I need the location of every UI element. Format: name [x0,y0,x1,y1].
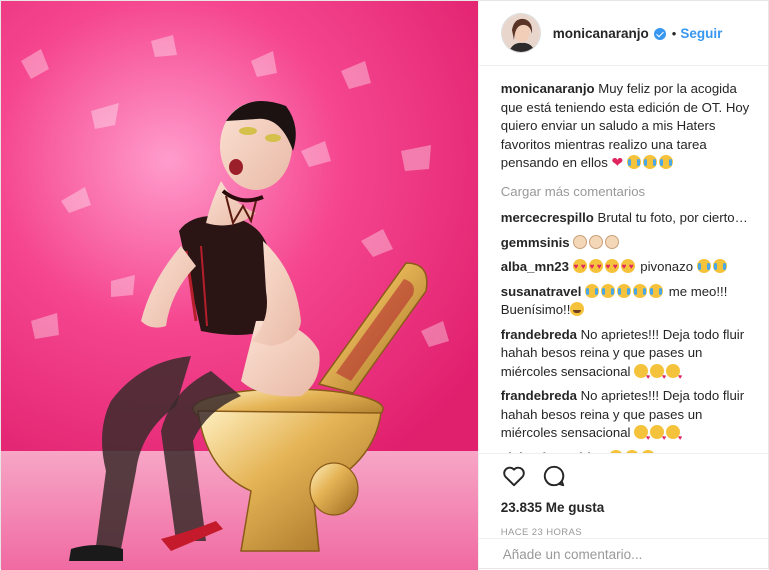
comment-item: frandebreda No aprietes!!! Deja todo flu… [501,326,752,388]
clapping-hands-emoji-icon [605,234,620,249]
comment-username[interactable]: mercecrespillo [501,210,594,225]
avatar-image [501,14,540,53]
comment-item: mercecrespillo Brutal tu foto, por ciert… [501,209,752,228]
heart-eyes-emoji-icon [588,258,603,277]
post-actions: 23.835 Me gusta HACE 23 HORAS [478,453,768,570]
heart-eyes-emoji-icon [572,258,587,277]
avatar[interactable] [500,13,541,54]
post-header: monicanaranjo • Seguir [478,1,768,67]
instagram-post: monicanaranjo • Seguir monicanaranjo Muy… [0,0,769,570]
kiss-emoji-icon [650,363,666,387]
post-image [1,1,478,570]
tears-of-joy-emoji-icon [643,155,658,170]
verified-badge-icon [653,28,666,41]
separator-dot: • [671,25,677,41]
action-icons [501,462,752,490]
comment-item: alba_mn23 pivonazo [501,258,752,277]
likes-count[interactable]: 23.835 Me gusta [501,500,752,515]
kiss-emoji-icon [634,363,650,387]
kiss-emoji-icon [634,425,650,449]
tears-of-joy-emoji-icon [633,283,648,298]
clapping-hands-emoji-icon [573,234,588,249]
comment-username[interactable]: alba_mn23 [501,259,569,274]
comment-item: gemmsinis [501,234,752,253]
kiss-emoji-icon [650,425,666,449]
comment-text: Brutal tu foto, por cierto… [597,210,748,226]
comment-item: frandebreda No aprietes!!! Deja todo flu… [501,387,752,449]
comment-username[interactable]: frandebreda [501,327,577,342]
post-photo[interactable] [1,1,478,570]
comments-list[interactable]: monicanaranjo Muy feliz por la acogida q… [479,66,768,453]
tears-of-joy-emoji-icon [627,155,642,170]
kiss-emoji-icon [666,363,682,387]
tears-of-joy-emoji-icon [712,259,727,274]
clapping-hands-emoji-icon [589,234,604,249]
comment-username[interactable]: gemmsinis [501,235,570,250]
add-comment-input[interactable] [500,546,752,563]
tears-of-joy-emoji-icon [617,283,632,298]
kiss-emoji-icon [666,425,682,449]
load-more-comments-button[interactable]: Cargar más comentarios [501,183,752,202]
tears-of-joy-emoji-icon [659,155,674,170]
comment-username[interactable]: susanatravel [501,284,582,299]
heart-eyes-emoji-icon [620,258,635,277]
header-username[interactable]: monicanaranjo [553,26,649,41]
tears-of-joy-emoji-icon [601,283,616,298]
tears-of-joy-emoji-icon [696,259,711,274]
post-timestamp: HACE 23 HORAS [500,527,582,538]
heart-outline-icon[interactable] [501,463,527,489]
post-side-panel: monicanaranjo • Seguir monicanaranjo Muy… [477,1,768,570]
tears-of-joy-emoji-icon [585,283,600,298]
comment-item: susanatravel me meo!!! Buenísimo!! [501,283,752,320]
grinning-sweat-emoji-icon [570,302,585,317]
heart-emoji-icon [611,153,625,172]
add-comment-bar [478,538,768,570]
caption: monicanaranjo Muy feliz por la acogida q… [501,80,752,173]
comment-text: pivonazo [640,259,694,275]
tears-of-joy-emoji-icon [649,283,664,298]
heart-eyes-emoji-icon [604,258,619,277]
caption-username[interactable]: monicanaranjo [501,81,595,96]
comment-username[interactable]: frandebreda [501,388,577,403]
follow-button[interactable]: Seguir [680,26,722,41]
speech-bubble-icon[interactable] [541,463,567,489]
